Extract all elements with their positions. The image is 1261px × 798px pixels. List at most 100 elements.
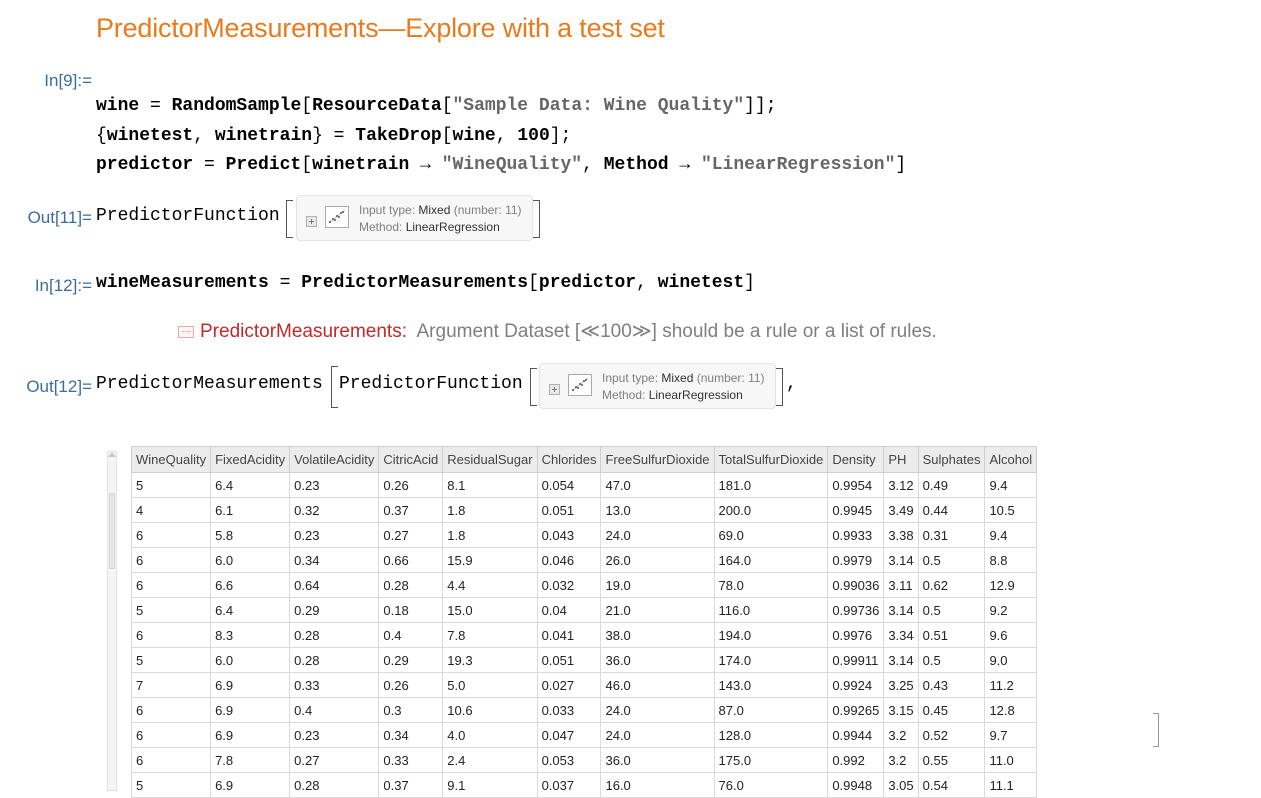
input-cell-9-line-2[interactable]: {winetest, winetrain} = TakeDrop[wine, 1… [96, 126, 571, 146]
table-cell[interactable]: 46.0 [600, 672, 715, 698]
table-cell[interactable]: 128.0 [713, 722, 829, 748]
table-cell[interactable]: 9.7 [984, 722, 1038, 748]
table-cell[interactable]: 0.64 [289, 572, 380, 598]
table-cell[interactable]: 0.66 [378, 547, 444, 573]
table-cell[interactable]: 0.4 [378, 622, 444, 648]
expand-plus-icon[interactable] [306, 216, 317, 227]
table-cell[interactable]: 8.1 [442, 472, 538, 498]
table-cell[interactable]: 0.37 [378, 772, 444, 798]
table-cell[interactable]: 194.0 [713, 622, 829, 648]
scroll-up-arrow-icon[interactable] [108, 452, 116, 457]
column-header[interactable]: ResidualSugar [442, 446, 538, 473]
column-header[interactable]: Chlorides [536, 446, 602, 473]
table-cell[interactable]: 38.0 [600, 622, 715, 648]
table-cell[interactable]: 0.44 [917, 497, 986, 523]
table-cell[interactable]: 0.23 [289, 722, 380, 748]
table-cell[interactable]: 13.0 [600, 497, 715, 523]
table-cell[interactable]: 9.1 [442, 772, 538, 798]
table-cell[interactable]: 16.0 [600, 772, 715, 798]
table-cell[interactable]: 0.9944 [827, 722, 885, 748]
column-header[interactable]: WineQuality [130, 446, 212, 473]
table-cell[interactable]: 9.6 [984, 622, 1038, 648]
table-cell[interactable]: 174.0 [713, 647, 829, 673]
table-cell[interactable]: 7.8 [210, 747, 291, 773]
column-header[interactable]: CitricAcid [378, 446, 444, 473]
table-cell[interactable]: 76.0 [713, 772, 829, 798]
table-cell[interactable]: 3.12 [883, 472, 919, 498]
table-cell[interactable]: 0.051 [536, 497, 602, 523]
column-header[interactable]: VolatileAcidity [289, 446, 380, 473]
table-cell[interactable]: 0.04 [536, 597, 602, 623]
table-cell[interactable]: 6.4 [210, 597, 291, 623]
column-header[interactable]: Density [827, 446, 885, 473]
table-cell[interactable]: 181.0 [713, 472, 829, 498]
table-cell[interactable]: 0.33 [378, 747, 444, 773]
table-cell[interactable]: 0.28 [289, 647, 380, 673]
table-cell[interactable]: 8.3 [210, 622, 291, 648]
cell-bracket[interactable] [1153, 713, 1159, 747]
table-cell[interactable]: 0.51 [917, 622, 986, 648]
table-cell[interactable]: 6 [130, 747, 212, 773]
table-cell[interactable]: 21.0 [600, 597, 715, 623]
table-cell[interactable]: 5 [130, 647, 212, 673]
table-cell[interactable]: 11.0 [984, 747, 1038, 773]
table-cell[interactable]: 0.99036 [827, 572, 885, 598]
table-cell[interactable]: 0.28 [378, 572, 444, 598]
table-cell[interactable]: 6.0 [210, 647, 291, 673]
table-cell[interactable]: 0.054 [536, 472, 602, 498]
table-cell[interactable]: 0.041 [536, 622, 602, 648]
table-cell[interactable]: 1.8 [442, 497, 538, 523]
expand-plus-icon[interactable] [549, 384, 560, 395]
table-cell[interactable]: 9.0 [984, 647, 1038, 673]
table-cell[interactable]: 24.0 [600, 522, 715, 548]
column-header[interactable]: PH [883, 446, 919, 473]
table-cell[interactable]: 0.992 [827, 747, 885, 773]
table-cell[interactable]: 0.23 [289, 522, 380, 548]
message-head[interactable]: PredictorMeasurements [200, 321, 402, 342]
table-cell[interactable]: 0.62 [917, 572, 986, 598]
table-cell[interactable]: 0.053 [536, 747, 602, 773]
table-cell[interactable]: 3.2 [883, 747, 919, 773]
table-cell[interactable]: 0.9948 [827, 772, 885, 798]
table-cell[interactable]: 0.28 [289, 772, 380, 798]
table-cell[interactable]: 164.0 [713, 547, 829, 573]
table-cell[interactable]: 11.1 [984, 772, 1038, 798]
table-cell[interactable]: 0.99736 [827, 597, 885, 623]
table-cell[interactable]: 9.4 [984, 522, 1038, 548]
table-cell[interactable]: 0.9954 [827, 472, 885, 498]
table-cell[interactable]: 4.0 [442, 722, 538, 748]
table-cell[interactable]: 7 [130, 672, 212, 698]
table-cell[interactable]: 6.9 [210, 697, 291, 723]
table-cell[interactable]: 0.28 [289, 622, 380, 648]
table-cell[interactable]: 0.33 [289, 672, 380, 698]
table-cell[interactable]: 116.0 [713, 597, 829, 623]
input-cell-12[interactable]: wineMeasurements = PredictorMeasurements… [96, 273, 755, 293]
table-cell[interactable]: 6 [130, 572, 212, 598]
table-cell[interactable]: 0.5 [917, 547, 986, 573]
table-cell[interactable]: 0.45 [917, 697, 986, 723]
table-cell[interactable]: 8.8 [984, 547, 1038, 573]
table-cell[interactable]: 5 [130, 597, 212, 623]
table-cell[interactable]: 6.6 [210, 572, 291, 598]
table-cell[interactable]: 3.05 [883, 772, 919, 798]
column-header[interactable]: Alcohol [984, 446, 1038, 473]
table-cell[interactable]: 0.27 [289, 747, 380, 773]
table-cell[interactable]: 0.34 [378, 722, 444, 748]
table-cell[interactable]: 15.0 [442, 597, 538, 623]
table-cell[interactable]: 5 [130, 472, 212, 498]
table-cell[interactable]: 7.8 [442, 622, 538, 648]
table-cell[interactable]: 0.52 [917, 722, 986, 748]
table-cell[interactable]: 5.0 [442, 672, 538, 698]
table-cell[interactable]: 0.99911 [827, 647, 885, 673]
table-cell[interactable]: 3.34 [883, 622, 919, 648]
input-cell-9-line-1[interactable]: wine = RandomSample[ResourceData["Sample… [96, 96, 777, 116]
table-cell[interactable]: 11.2 [984, 672, 1038, 698]
table-cell[interactable]: 0.3 [378, 697, 444, 723]
table-cell[interactable]: 0.27 [378, 522, 444, 548]
table-cell[interactable]: 0.9979 [827, 547, 885, 573]
table-cell[interactable]: 3.25 [883, 672, 919, 698]
table-cell[interactable]: 6.0 [210, 547, 291, 573]
table-cell[interactable]: 12.9 [984, 572, 1038, 598]
table-cell[interactable]: 6.9 [210, 722, 291, 748]
table-cell[interactable]: 36.0 [600, 747, 715, 773]
